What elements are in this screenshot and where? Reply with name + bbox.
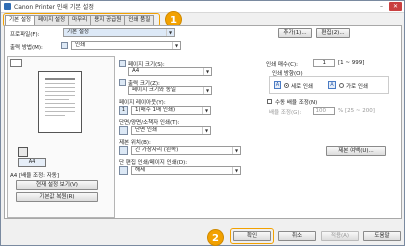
callout-2: 2	[207, 229, 224, 246]
orientation-group: A 세로 인쇄 A 가로 인쇄	[269, 76, 389, 94]
portrait-label: 세로 인쇄	[291, 84, 313, 90]
basic-settings-panel: 프로파일(F): 기본 설정 ▼ 추가(1)... 편집(2)... 출력 방법(…	[4, 25, 402, 219]
binding-select[interactable]: 긴 가장자리 (왼쪽) ▼	[131, 146, 241, 155]
scale-range: % [25 ~ 200]	[338, 108, 375, 114]
scale-spinner[interactable]: 100	[313, 107, 335, 115]
layout-select[interactable]: 1(매수 1매 인쇄) ▼	[131, 106, 211, 115]
binding-label: 제본 위치(B):	[119, 140, 151, 146]
landscape-radio[interactable]	[339, 83, 344, 88]
layout-label: 페이지 레이아웃(Y):	[119, 100, 166, 106]
copies-range: [1 ~ 999]	[338, 60, 365, 66]
title-bar: Canon Printer 인쇄 기본 설정 – ✕	[1, 1, 404, 13]
view-settings-button[interactable]: 현재 설정 보기(V)	[16, 180, 98, 190]
output-size-icon	[119, 79, 126, 86]
landscape-label: 가로 인쇄	[346, 84, 368, 90]
page-size-icon	[119, 60, 126, 67]
duplex-select[interactable]: 단면 인쇄 ▼	[131, 126, 211, 135]
binding-icon	[119, 146, 128, 155]
duplex-icon	[119, 126, 128, 135]
copies-spinner[interactable]: 1	[313, 59, 335, 67]
printer-app-icon	[4, 3, 11, 10]
add-favorite-button[interactable]: 추가(1)...	[278, 28, 312, 38]
paper-setting-icon[interactable]: A4	[18, 158, 46, 167]
preview-area: A4 A4 [배율 조정: 자동] 현재 설정 보기(V) 기본값 복원(R)	[7, 56, 115, 218]
minimize-icon[interactable]: –	[375, 2, 388, 11]
output-method-select[interactable]: 인쇄 ▼	[71, 41, 181, 50]
print-icon	[61, 42, 68, 49]
preview-mode-icon[interactable]	[10, 59, 22, 67]
output-size-select[interactable]: 페이지 크기와 동일 ▼	[128, 86, 212, 95]
duplex-label: 단면/양면/소책자 인쇄(T):	[119, 120, 180, 126]
gutter-button[interactable]: 제본 여백(U)...	[326, 146, 386, 156]
portrait-icon: A	[274, 81, 281, 89]
printer-icon	[18, 147, 28, 157]
cancel-button[interactable]: 취소	[278, 231, 316, 241]
manual-scale-label: 수동 배율 조정(N)	[275, 100, 318, 106]
help-button[interactable]: 도움말	[363, 231, 401, 241]
window-title: Canon Printer 인쇄 기본 설정	[14, 4, 94, 11]
close-icon[interactable]: ✕	[389, 2, 402, 11]
landscape-icon: A	[328, 81, 336, 89]
booklet-icon	[119, 166, 128, 175]
favorites-select[interactable]: 기본 설정 ▼	[63, 28, 175, 37]
layout-icon: 1	[119, 106, 128, 115]
portrait-radio[interactable]	[284, 83, 289, 88]
restore-defaults-button[interactable]: 기본값 복원(R)	[16, 192, 98, 202]
apply-button[interactable]: 적용(A)	[321, 231, 359, 241]
page-preview	[38, 71, 82, 133]
booklet-select[interactable]: 해제 ▼	[131, 166, 241, 175]
copies-label: 인쇄 매수(C):	[266, 62, 298, 68]
page-size-select[interactable]: A4 ▼	[128, 67, 212, 76]
manual-scale-checkbox[interactable]	[267, 99, 272, 104]
print-preferences-window: Canon Printer 인쇄 기본 설정 – ✕ 기본 설정 페이지 설정 …	[0, 0, 405, 246]
output-method-label: 출력 방법(M):	[10, 45, 43, 51]
preview-caption: A4 [배율 조정: 자동]	[10, 173, 60, 179]
ok-highlight	[230, 228, 274, 244]
favorites-label: 프로파일(F):	[10, 32, 40, 38]
edit-favorite-button[interactable]: 편집(2)...	[316, 28, 350, 38]
scale-label: 배율 조정(G):	[269, 110, 302, 116]
booklet-label: 단 편집 인쇄/페이지 인쇄(D):	[119, 160, 188, 166]
